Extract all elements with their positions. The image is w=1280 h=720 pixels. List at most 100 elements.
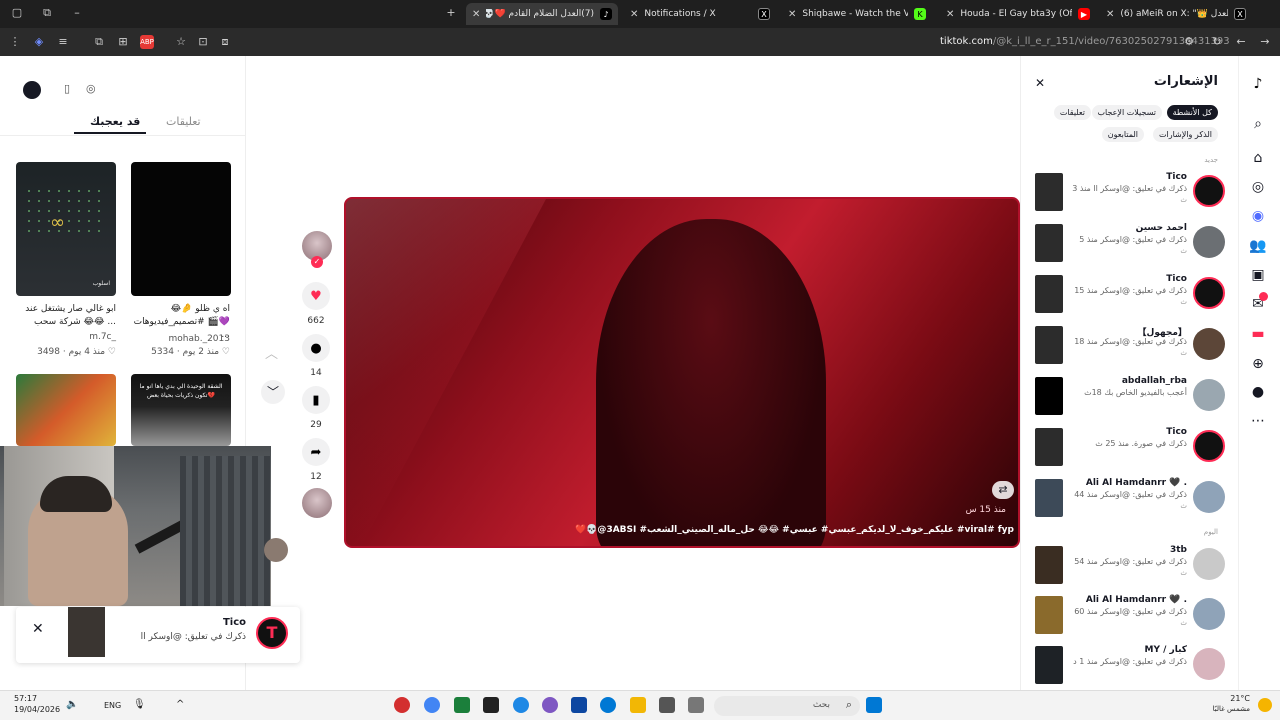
close-icon[interactable]: ✕ (1035, 76, 1045, 90)
volume-icon[interactable]: 🔈 (66, 699, 78, 710)
tab-notifications-x[interactable]: ✕ Notifications / X X (624, 3, 776, 25)
notification-item[interactable]: Tico ذكرك في تعليق: @اوسكر اا منذ 3 ث (1035, 169, 1225, 213)
app-icon[interactable] (513, 697, 529, 713)
video-thumbnail[interactable] (131, 162, 231, 296)
profile-avatar[interactable] (23, 81, 41, 99)
app-icon[interactable] (483, 697, 499, 713)
bookmark-icon[interactable]: ▮ (302, 386, 330, 414)
card-author[interactable]: m.7c_ (12, 332, 116, 342)
card-caption[interactable]: ابو غالي صار يشتغل عند شركة سحب 😂😂 ... (12, 303, 116, 329)
repost-icon[interactable]: ⇄ (992, 481, 1014, 499)
forward-icon[interactable]: ← (1234, 35, 1248, 49)
music-disc-avatar[interactable] (302, 488, 332, 518)
notification-item[interactable]: abdallah_rba أعجب بالفيديو الخاص بك 18ث (1035, 373, 1225, 417)
close-icon[interactable]: ✕ (946, 9, 954, 20)
video-player[interactable]: ⇄ منذ 15 س viral# fyp# عليكم_خوف_لا_لديك… (344, 197, 1020, 548)
close-icon[interactable]: ✕ (630, 9, 638, 20)
extension-icon[interactable]: ⊞ (116, 35, 130, 49)
notification-item[interactable]: Tico ذكرك في تعليق: @اوسكر منذ 15 ث (1035, 271, 1225, 315)
chrome-icon[interactable] (424, 697, 440, 713)
notification-item[interactable]: Tico ذكرك في صورة. منذ 25 ث (1035, 424, 1225, 468)
weather-sun-icon[interactable] (1258, 698, 1272, 712)
menu-icon[interactable]: ▢ (10, 6, 24, 20)
bookmark-star-icon[interactable]: ☆ (174, 35, 188, 49)
extension-icon[interactable]: ⧉ (92, 35, 106, 49)
app-icon[interactable] (394, 697, 410, 713)
comment-icon[interactable]: ● (302, 334, 330, 362)
card-author[interactable]: mohab._2013 (126, 334, 230, 344)
follow-check-icon[interactable]: ✓ (311, 256, 323, 268)
notification-item[interactable]: 【مجهول】 ذكرك في تعليق: @اوسكر منذ 18 ث (1035, 322, 1225, 366)
filter-comments[interactable]: تعليقات (1053, 105, 1091, 120)
windows-start-icon[interactable] (866, 697, 882, 713)
file-explorer-icon[interactable] (630, 697, 646, 713)
reload-icon[interactable]: ↻ (1210, 35, 1224, 49)
messages-icon[interactable]: ▬ (1248, 324, 1268, 344)
tab-shiqbawe-vod[interactable]: ✕ Shiqbawe - Watch the VOD on K (782, 3, 932, 25)
more-vertical-icon[interactable]: ⋮ (8, 35, 22, 49)
like-heart-icon[interactable]: ♥ (302, 282, 330, 310)
video-thumbnail[interactable]: ∞ اسلوب (16, 162, 116, 296)
side-avatar[interactable] (264, 538, 288, 562)
home-icon[interactable]: ⌂ (1248, 148, 1268, 168)
video-caption[interactable]: viral# fyp# عليكم_خوف_لا_لديكم_عبسي# عبس… (575, 525, 1014, 535)
excel-icon[interactable] (454, 697, 470, 713)
taskbar-search-box[interactable]: بحث ⌕ (714, 696, 860, 716)
app-icon[interactable] (571, 697, 587, 713)
language-indicator[interactable]: ENG (104, 701, 121, 710)
phone-icon[interactable]: ▯ (64, 82, 70, 95)
discord-icon[interactable] (542, 697, 558, 713)
app-icon[interactable] (659, 697, 675, 713)
tab-ameir-x[interactable]: ✕ (6) aMeiR on X: "👑 كمة العدل X (1100, 3, 1252, 25)
toast-notification[interactable]: ✕ Tico ذكرك في تعليق: @اوسكر اا T (16, 607, 300, 663)
chevron-up-icon[interactable]: ︿ (265, 343, 278, 362)
microphone-icon[interactable]: 🎙 (133, 699, 146, 710)
upload-icon[interactable]: ⊕ (1248, 354, 1268, 374)
profile-avatar-icon[interactable]: ● (1248, 382, 1268, 402)
notification-item[interactable]: Ali Al Hamdanrr 🖤 . ذكرك في تعليق: @اوسك… (1035, 592, 1225, 636)
edge-icon[interactable] (600, 697, 616, 713)
close-icon[interactable]: ✕ (788, 9, 796, 20)
adblock-icon[interactable]: ABP (140, 35, 154, 49)
filter-all-activity[interactable]: كل الأنشطة (1166, 105, 1218, 120)
shield-icon[interactable]: ◈ (32, 35, 46, 49)
chevron-down-icon[interactable]: ﹀ (261, 380, 285, 404)
tab-houda-youtube[interactable]: ✕ Houda - El Gay bta3y (Official L ▶ (940, 3, 1096, 25)
more-icon[interactable]: ⋯ (1248, 411, 1268, 431)
app-icon[interactable] (688, 697, 704, 713)
tv-icon[interactable]: ▣ (1248, 265, 1268, 285)
notification-item[interactable]: احمد حسين ذكرك في تعليق: @اوسكر منذ 5 ث (1035, 220, 1225, 264)
notification-item[interactable]: MY / كبار ذكرك في تعليق: @اوسكر منذ 1 د (1035, 642, 1225, 686)
tab-tiktok-video[interactable]: ✕ (7)العدل الضلام القادم ❤️💀@ ♪ (466, 3, 618, 25)
tune-icon[interactable]: ≡ (56, 35, 70, 49)
back-icon[interactable]: → (1258, 35, 1272, 49)
tab-you-may-like[interactable]: قد يعجبك (90, 115, 140, 128)
install-app-icon[interactable]: ⊡ (196, 35, 210, 49)
filter-followers[interactable]: المتابعون (1101, 127, 1144, 142)
close-icon[interactable]: ✕ (32, 621, 44, 637)
video-thumbnail[interactable] (16, 374, 116, 446)
minimize-icon[interactable]: – (70, 6, 84, 20)
notification-item[interactable]: 3tb ذكرك في تعليق: @اوسكر منذ 54 ث (1035, 542, 1225, 586)
chevron-up-icon[interactable]: ^ (176, 699, 184, 710)
tab-search-icon[interactable]: ⧉ (40, 6, 54, 20)
video-thumbnail[interactable]: الشقة الوحيدة الي بدي ياها انو ما تكون ذ… (131, 374, 231, 446)
site-settings-icon[interactable]: ⚙ (1182, 35, 1196, 49)
notification-sub: ث (1180, 298, 1187, 306)
notification-item[interactable]: Ali Al Hamdanrr 🖤 . ذكرك في تعليق: @اوسك… (1035, 475, 1225, 519)
screenshot-icon[interactable]: ⧈ (218, 35, 232, 49)
tab-comments[interactable]: تعليقات (166, 115, 201, 128)
filter-likes[interactable]: تسجيلات الإعجاب (1091, 105, 1162, 120)
new-tab-icon[interactable]: + (444, 6, 458, 20)
filter-mentions[interactable]: الذكر والإشارات (1152, 127, 1218, 142)
search-icon[interactable]: ⌕ (1248, 114, 1268, 134)
compass-icon[interactable]: ◎ (86, 82, 96, 95)
share-icon[interactable]: ➦ (302, 438, 330, 466)
close-icon[interactable]: ✕ (472, 9, 480, 20)
tiktok-logo-icon[interactable]: ♪ (1248, 74, 1268, 94)
live-icon[interactable]: ◉ (1248, 206, 1268, 226)
tab-label: Houda - El Gay bta3y (Official L (960, 9, 1072, 19)
close-icon[interactable]: ✕ (1106, 9, 1114, 20)
explore-compass-icon[interactable]: ◎ (1248, 177, 1268, 197)
following-icon[interactable]: 👥 (1248, 236, 1268, 256)
